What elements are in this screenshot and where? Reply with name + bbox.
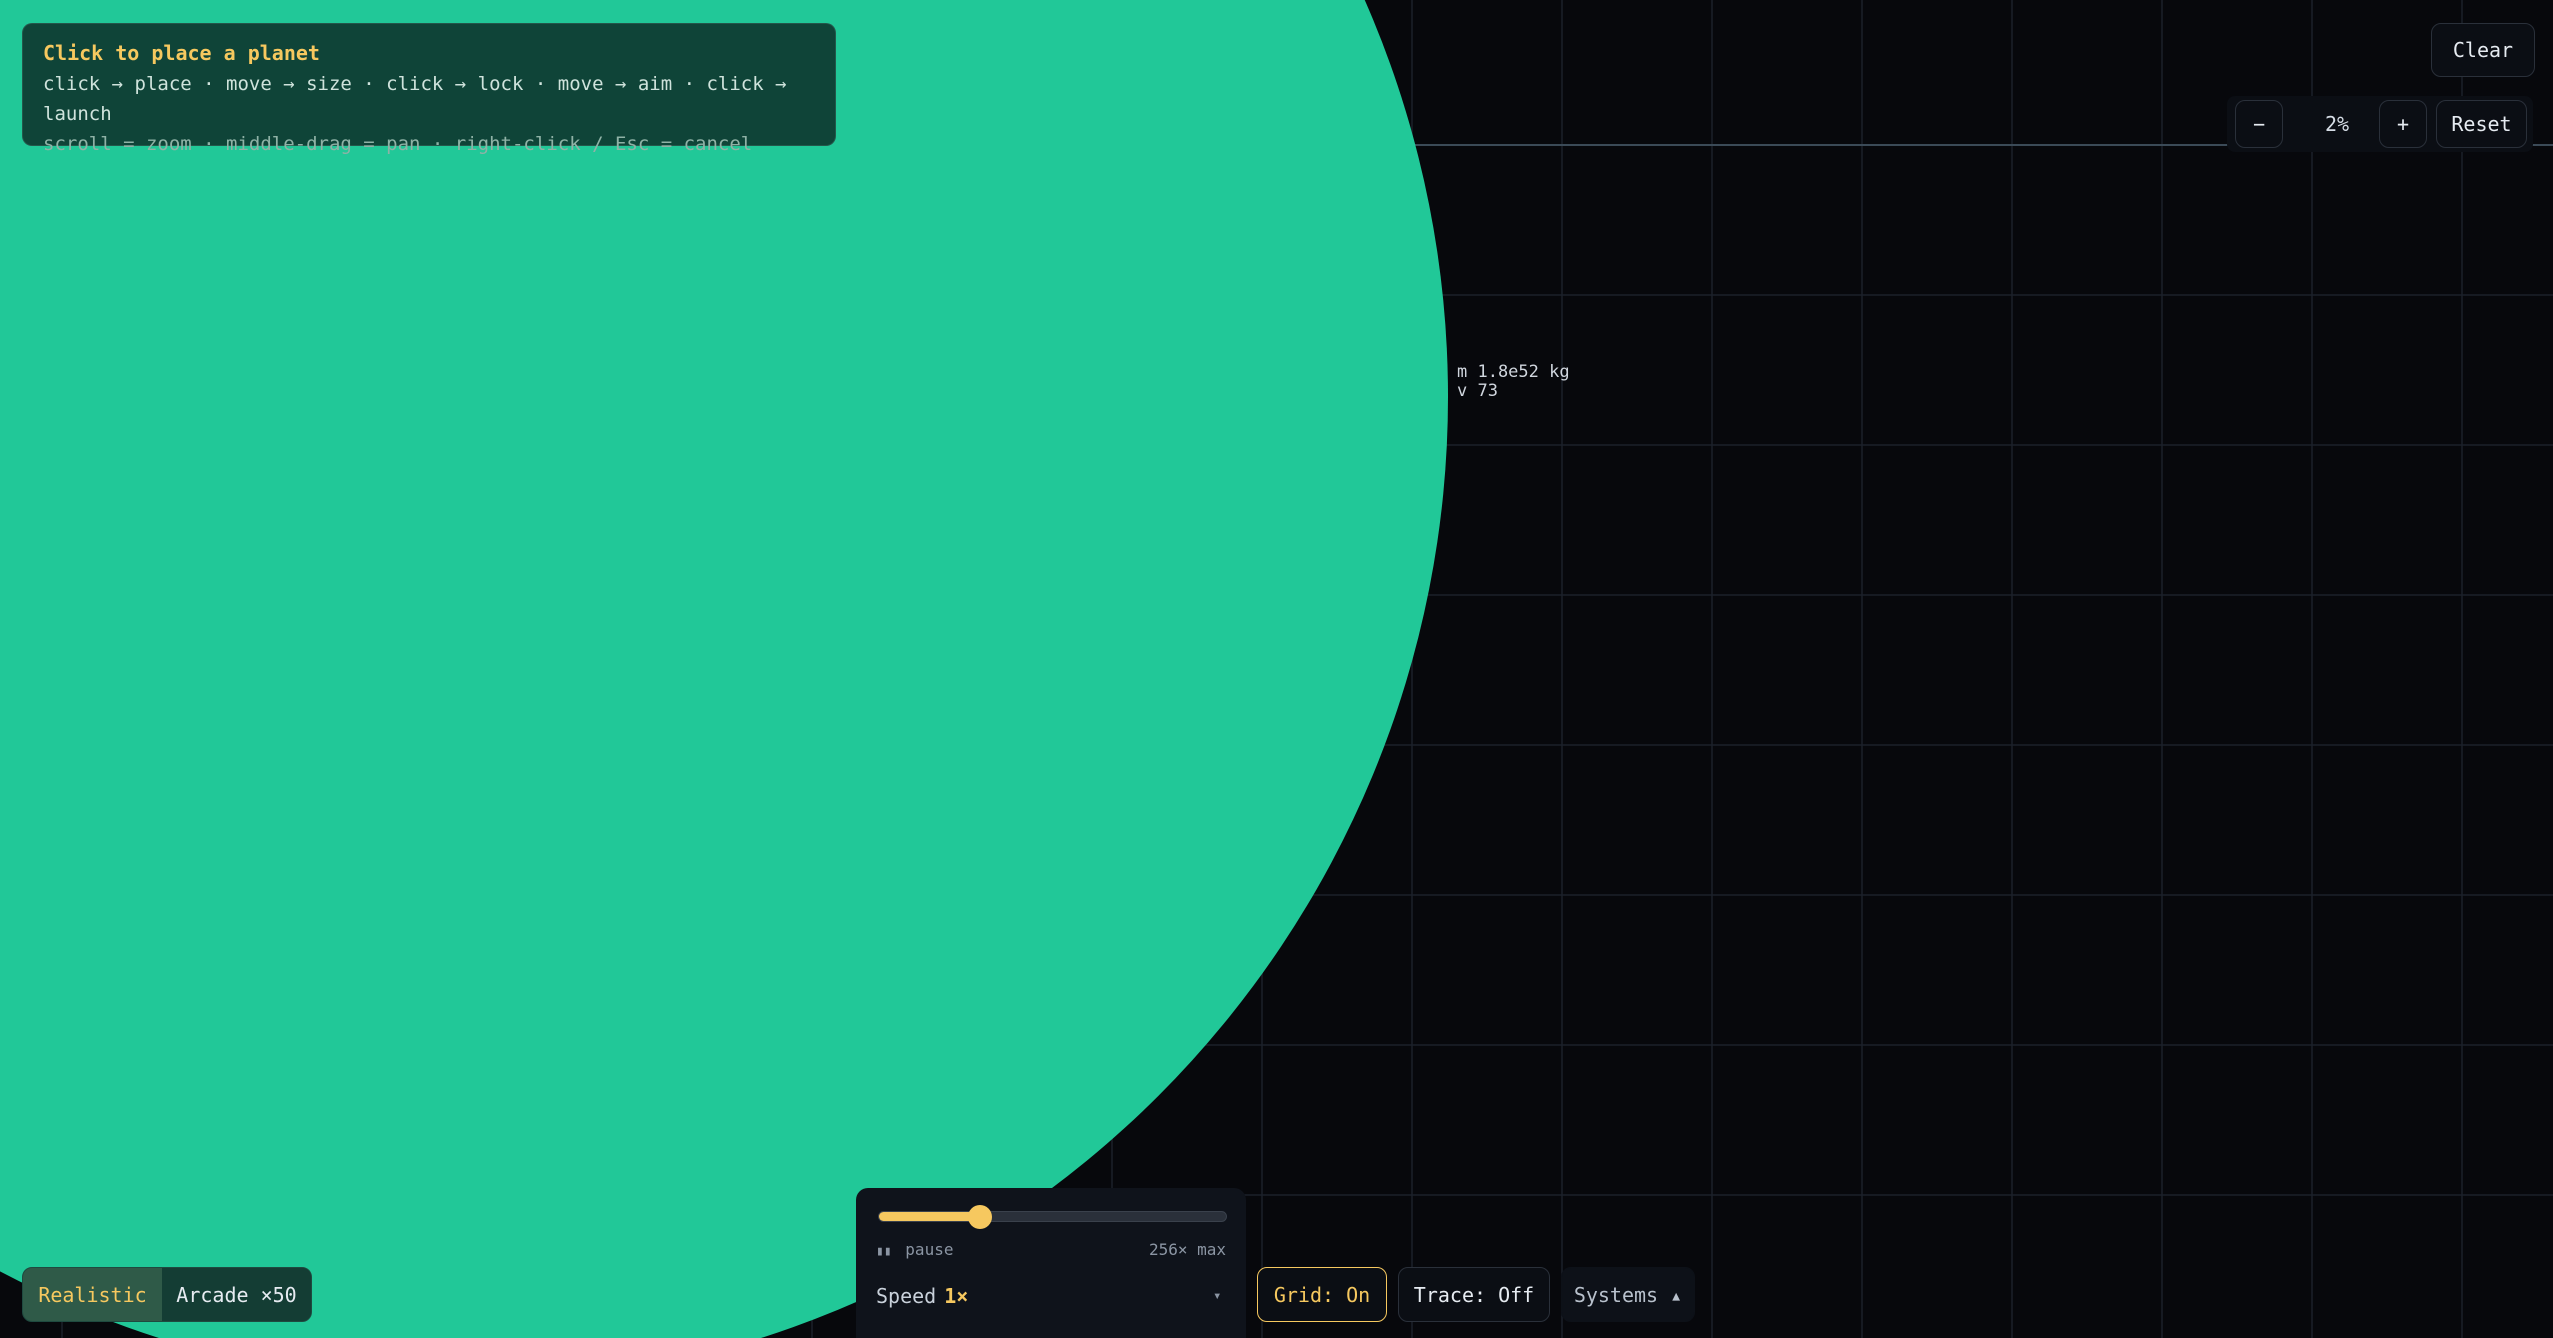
speed-slider-thumb[interactable] bbox=[967, 1205, 992, 1229]
zoom-controls: − 2% + Reset bbox=[2227, 96, 2533, 152]
instructions-panel: Click to place a planet click → place · … bbox=[22, 23, 836, 155]
speed-slider-fill bbox=[879, 1212, 980, 1221]
chevron-down-icon[interactable]: ▾ bbox=[1213, 1288, 1221, 1304]
mode-arcade-button[interactable]: Arcade ×50 bbox=[162, 1268, 311, 1321]
instructions-line-2: scroll = zoom · middle-drag = pan · righ… bbox=[43, 133, 753, 155]
zoom-level: 2% bbox=[2324, 112, 2350, 136]
speed-panel: ▮▮ pause 256× max Speed 1× ▾ bbox=[856, 1188, 1246, 1338]
planet-body[interactable] bbox=[0, 0, 1448, 1338]
speed-max-label: 256× max bbox=[1148, 1240, 1226, 1259]
instructions-title: Click to place a planet bbox=[43, 41, 320, 65]
systems-menu-button[interactable]: Systems ▴ bbox=[1561, 1267, 1695, 1322]
zoom-reset-button[interactable]: Reset bbox=[2436, 100, 2527, 148]
trace-toggle-button[interactable]: Trace: Off bbox=[1398, 1267, 1550, 1322]
speed-slider[interactable] bbox=[878, 1205, 1227, 1229]
speed-label: Speed bbox=[876, 1284, 937, 1308]
mass-readout: m 1.8e52 kg bbox=[1457, 362, 1570, 382]
clear-button[interactable]: Clear bbox=[2431, 23, 2535, 77]
instructions-line-1: click → place · move → size · click → lo… bbox=[43, 73, 787, 125]
pause-label: pause bbox=[905, 1240, 954, 1259]
grid-toggle-button[interactable]: Grid: On bbox=[1257, 1267, 1387, 1322]
speed-value: 1× bbox=[944, 1284, 969, 1308]
speed-select[interactable]: Speed 1× bbox=[876, 1284, 968, 1308]
pause-icon: ▮▮ bbox=[876, 1244, 892, 1259]
zoom-in-button[interactable]: + bbox=[2379, 100, 2427, 148]
zoom-out-button[interactable]: − bbox=[2235, 100, 2283, 148]
planet-readout: m 1.8e52 kg v 73 bbox=[1457, 363, 1570, 401]
simulation-canvas[interactable] bbox=[0, 0, 2553, 1338]
mode-realistic-button[interactable]: Realistic bbox=[23, 1268, 162, 1321]
velocity-readout: v 73 bbox=[1457, 381, 1498, 401]
pause-indicator[interactable]: ▮▮ pause bbox=[876, 1240, 953, 1259]
physics-mode-toggle: Realistic Arcade ×50 bbox=[22, 1267, 312, 1322]
